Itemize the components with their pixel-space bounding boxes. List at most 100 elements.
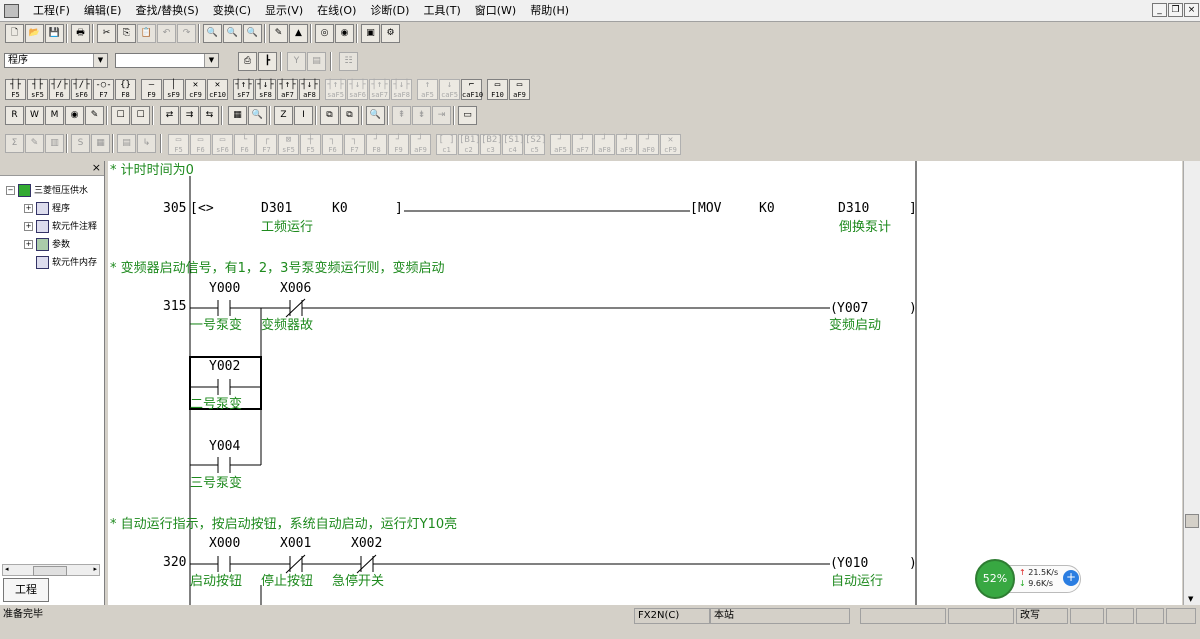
network-speed-widget[interactable]: 52% ↑ 21.5K/s ↓ 9.6K/s +	[975, 559, 1083, 599]
find-instruction-icon[interactable]: 🔍	[223, 24, 242, 43]
ladder-key-saf5[interactable]: ┤↑├ saF5	[325, 79, 346, 100]
convert-icon[interactable]: ⇄	[160, 106, 179, 125]
cut-icon[interactable]: ✂	[97, 24, 116, 43]
write-mode-icon[interactable]: W	[25, 106, 44, 125]
sfc-key-af9[interactable]: ┘ aF9	[410, 134, 431, 155]
tree-node-project[interactable]: − 三菱恒压供水	[6, 183, 88, 199]
redo-icon[interactable]: ↷	[177, 24, 196, 43]
ladder-key-cf10[interactable]: ✕ cF10	[207, 79, 228, 100]
zoom-icon[interactable]: 🔍	[248, 106, 267, 125]
window-icon[interactable]: ⧉	[320, 106, 339, 125]
sfc-key-af0[interactable]: ┘ aF0	[638, 134, 659, 155]
menu-item[interactable]: 帮助(H)	[523, 4, 576, 17]
ladder-key-saf7[interactable]: ┤↑├ saF7	[369, 79, 390, 100]
ladder-key-saf6[interactable]: ┤↓├ saF6	[347, 79, 368, 100]
program-list-icon[interactable]: ⎙	[238, 52, 257, 71]
tree-node-program[interactable]: + 程序	[24, 201, 70, 217]
sfc-key-af5[interactable]: ┘ aF5	[550, 134, 571, 155]
scroll-left-icon[interactable]: ◂	[5, 565, 9, 573]
ladder-key-sf9[interactable]: │ sF9	[163, 79, 184, 100]
sfc-key-cf9[interactable]: ✕ cF9	[660, 134, 681, 155]
sfc-icon[interactable]: Y	[287, 52, 306, 71]
ladder-key-f10[interactable]: ▭ F10	[487, 79, 508, 100]
monitor-write-icon[interactable]: ◉	[335, 24, 354, 43]
undo-icon[interactable]: ↶	[157, 24, 176, 43]
new-file-icon[interactable]: 🗋	[5, 24, 24, 43]
print-icon[interactable]: 🖶	[71, 24, 90, 43]
find-step-icon[interactable]: 🔍	[243, 24, 262, 43]
insert-row-icon[interactable]: ⇞	[392, 106, 411, 125]
expand-icon[interactable]: +	[24, 240, 33, 249]
scroll-down-icon[interactable]: ▼	[1188, 595, 1193, 603]
sfc-edit-icon[interactable]: Σ	[5, 134, 24, 153]
sfc-key-f5[interactable]: ▭ F5	[168, 134, 189, 155]
mode-select[interactable]: 程序 ▼	[4, 53, 108, 68]
sfc-block-icon[interactable]: ▦	[91, 134, 110, 153]
sfc-key-f8[interactable]: ┘ F8	[366, 134, 387, 155]
copy-icon[interactable]: ⎘	[117, 24, 136, 43]
ladder-key-af5[interactable]: ↑ aF5	[417, 79, 438, 100]
convert-online-icon[interactable]: ⇆	[200, 106, 219, 125]
ladder-key-sf8[interactable]: ┤↓├ sF8	[255, 79, 276, 100]
ladder-key-f9[interactable]: — F9	[141, 79, 162, 100]
list-icon[interactable]: ☷	[339, 52, 358, 71]
skip-icon[interactable]: I	[294, 106, 313, 125]
scroll-thumb[interactable]	[1185, 514, 1199, 528]
ladder-key-f8[interactable]: {} F8	[115, 79, 136, 100]
sfc-key-af8[interactable]: ┘ aF8	[594, 134, 615, 155]
ladder-key-f7[interactable]: -○- F7	[93, 79, 114, 100]
paste-icon[interactable]: 📋	[137, 24, 156, 43]
edit-mode-icon[interactable]: ✎	[85, 106, 104, 125]
sfc-key-f6[interactable]: ▭ F6	[190, 134, 211, 155]
sfc-jump-icon[interactable]: ↳	[137, 134, 156, 153]
sfc-key-c1[interactable]: [ ] c1	[436, 134, 457, 155]
sfc-key-f7[interactable]: ┐ F7	[344, 134, 365, 155]
read-plc-icon[interactable]: ▲	[289, 24, 308, 43]
ladder-key-f5[interactable]: ┤├ F5	[5, 79, 26, 100]
menu-item[interactable]: 显示(V)	[258, 4, 310, 17]
editor-vertical-scrollbar[interactable]: ▼	[1183, 161, 1200, 605]
window2-icon[interactable]: ⧉	[340, 106, 359, 125]
monitor-icon[interactable]: ◎	[315, 24, 334, 43]
menu-item[interactable]: 查找/替换(S)	[128, 4, 205, 17]
sfc-comment-icon[interactable]: ✎	[25, 134, 44, 153]
menu-item[interactable]: 编辑(E)	[77, 4, 129, 17]
statement-icon[interactable]: ☐	[131, 106, 150, 125]
ladder-key-caf10[interactable]: ⌐ caF10	[461, 79, 483, 100]
sfc-key-af7[interactable]: ┘ aF7	[572, 134, 593, 155]
ladder-key-af8[interactable]: ┤↓├ aF8	[299, 79, 320, 100]
sfc-key-sf5[interactable]: ⊠ sF5	[278, 134, 299, 155]
menu-item[interactable]: 窗口(W)	[468, 4, 523, 17]
ladder-key-saf8[interactable]: ┤↓├ saF8	[391, 79, 412, 100]
sfc-key-f7[interactable]: ┌ F7	[256, 134, 277, 155]
sfc-key-f6[interactable]: ┐ F6	[322, 134, 343, 155]
close-icon[interactable]: ×	[92, 162, 101, 174]
insert-col-icon[interactable]: ⇥	[432, 106, 451, 125]
plus-icon[interactable]: +	[1063, 570, 1079, 586]
sfc-key-c2[interactable]: [B1] c2	[458, 134, 481, 155]
tab-project[interactable]: 工程	[3, 578, 49, 602]
sfc-list-icon[interactable]: ▤	[117, 134, 136, 153]
sfc-step-icon[interactable]: S	[71, 134, 90, 153]
cpu-usage-ball[interactable]: 52%	[975, 559, 1015, 599]
diagnose-icon[interactable]: ⚙	[381, 24, 400, 43]
device-batch-icon[interactable]: ▦	[228, 106, 247, 125]
collapse-icon[interactable]: −	[6, 186, 15, 195]
sfc-key-af9[interactable]: ┘ aF9	[616, 134, 637, 155]
ladder-key-af7[interactable]: ┤↑├ aF7	[277, 79, 298, 100]
write-plc-icon[interactable]: ✎	[269, 24, 288, 43]
ladder-key-af9[interactable]: ▭ aF9	[509, 79, 530, 100]
step-run-icon[interactable]: Z	[274, 106, 293, 125]
read-mode-icon[interactable]: R	[5, 106, 24, 125]
tree-node-parameter[interactable]: + 参数	[24, 237, 70, 253]
minimize-button[interactable]: _	[1152, 3, 1167, 17]
sfc-key-c4[interactable]: [S1] c4	[502, 134, 525, 155]
ladder-key-sf6[interactable]: ┤/├ sF6	[71, 79, 92, 100]
tree-node-device-memory[interactable]: 软元件内存	[36, 255, 97, 271]
menu-item[interactable]: 工具(T)	[416, 4, 467, 17]
sfc-key-c3[interactable]: [B2] c3	[480, 134, 503, 155]
program-select[interactable]: ▼	[115, 53, 219, 68]
comment-icon[interactable]: ☐	[111, 106, 130, 125]
scroll-right-icon[interactable]: ▸	[93, 565, 97, 573]
panel-horizontal-scrollbar[interactable]: ◂ ▸	[2, 564, 100, 576]
